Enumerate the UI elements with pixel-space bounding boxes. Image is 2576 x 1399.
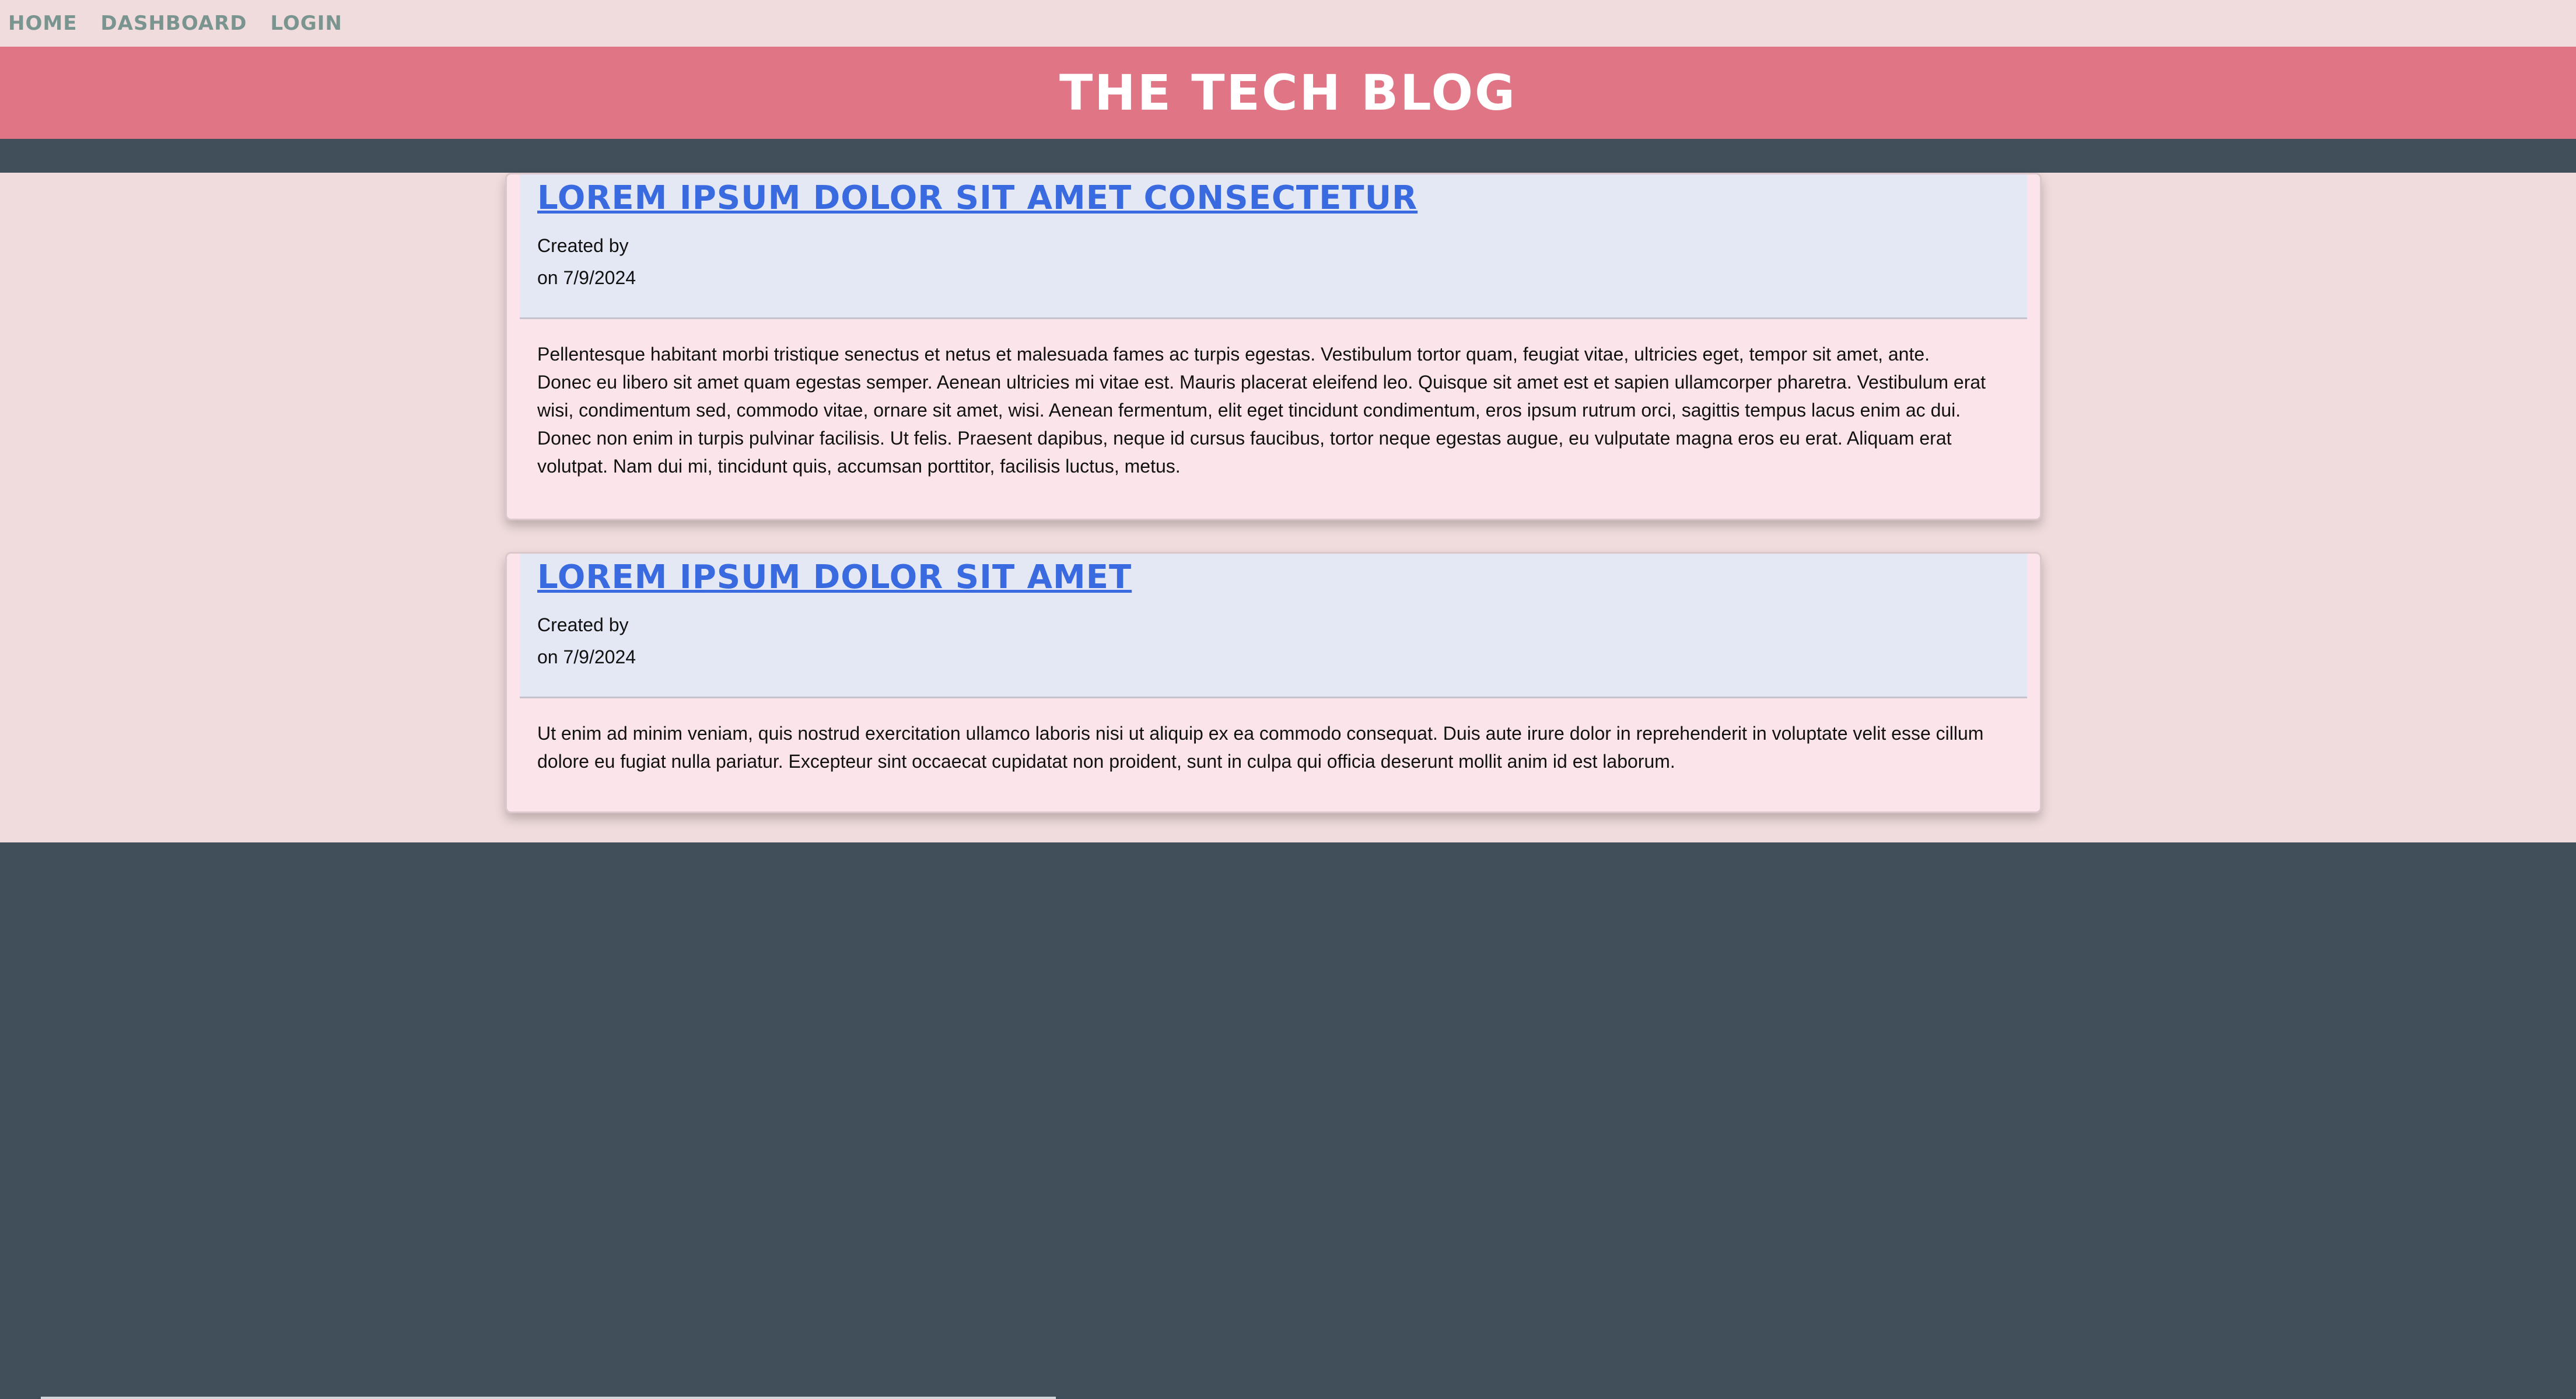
header-divider-strip bbox=[0, 139, 2576, 173]
post-body: Pellentesque habitant morbi tristique se… bbox=[537, 344, 1986, 477]
site-title: THE TECH BLOG bbox=[1059, 64, 1517, 121]
top-nav: HOME DASHBOARD LOGIN bbox=[0, 0, 2576, 47]
horizontal-scrollbar[interactable] bbox=[41, 1397, 1056, 1399]
nav-home-link[interactable]: HOME bbox=[8, 12, 77, 35]
post-date: on 7/9/2024 bbox=[537, 646, 636, 667]
site-header: THE TECH BLOG bbox=[0, 47, 2576, 139]
post-card: LOREM IPSUM DOLOR SIT AMET CONSECTETUR C… bbox=[505, 173, 2042, 520]
post-date: on 7/9/2024 bbox=[537, 267, 636, 288]
post-author: Created by bbox=[537, 614, 629, 635]
post-title-link[interactable]: LOREM IPSUM DOLOR SIT AMET CONSECTETUR bbox=[537, 179, 2010, 217]
main-content: LOREM IPSUM DOLOR SIT AMET CONSECTETUR C… bbox=[0, 173, 2576, 842]
post-card-header: LOREM IPSUM DOLOR SIT AMET Created by on… bbox=[520, 554, 2027, 698]
post-title-link[interactable]: LOREM IPSUM DOLOR SIT AMET bbox=[537, 558, 2010, 596]
post-card-header: LOREM IPSUM DOLOR SIT AMET CONSECTETUR C… bbox=[520, 174, 2027, 319]
nav-login-link[interactable]: LOGIN bbox=[271, 12, 342, 35]
post-author: Created by bbox=[537, 235, 629, 256]
post-card: LOREM IPSUM DOLOR SIT AMET Created by on… bbox=[505, 552, 2042, 813]
nav-dashboard-link[interactable]: DASHBOARD bbox=[100, 12, 247, 35]
post-body: Ut enim ad minim veniam, quis nostrud ex… bbox=[537, 723, 1984, 772]
